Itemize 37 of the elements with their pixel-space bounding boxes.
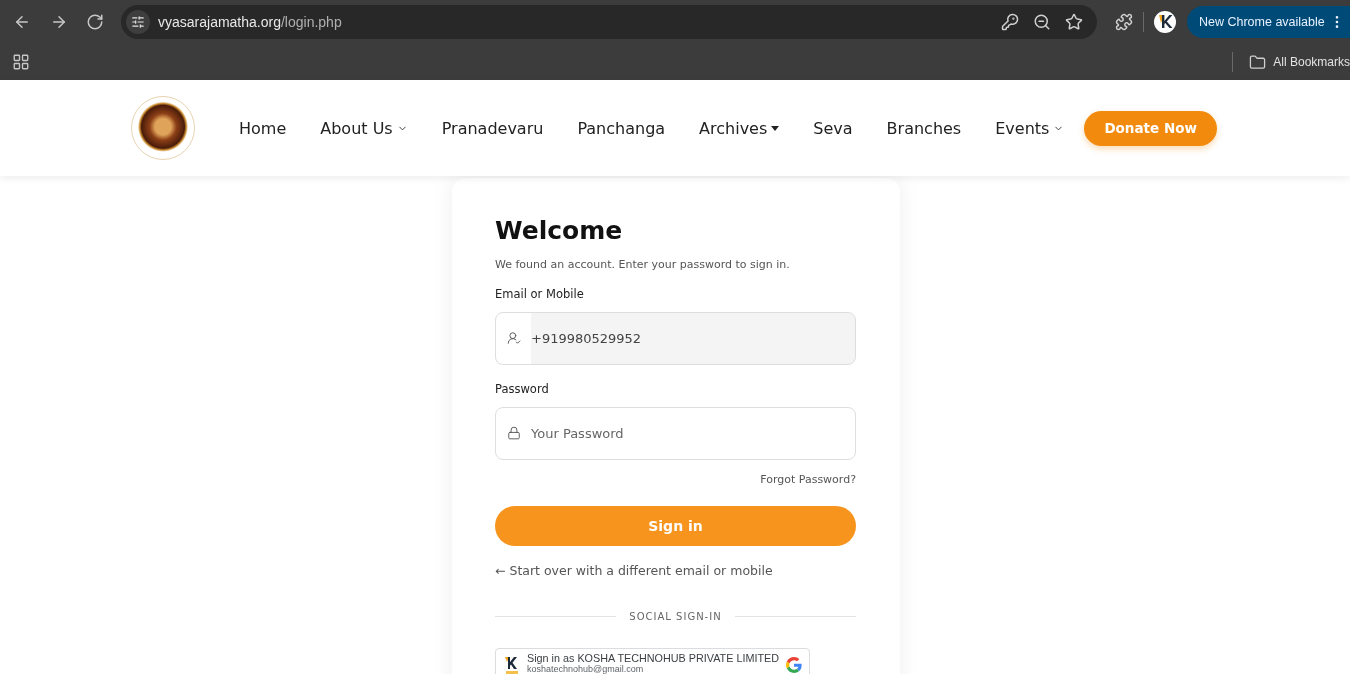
nav-link[interactable]: About Us (320, 118, 408, 138)
star-icon[interactable] (1065, 13, 1083, 31)
nav-link[interactable]: Events (995, 118, 1065, 138)
nav-link[interactable]: Pranadevaru (441, 118, 544, 138)
kosha-logo-icon (505, 656, 520, 674)
user-check-icon (507, 331, 521, 345)
input-field[interactable]: +919980529952 (495, 312, 856, 365)
lock-icon (507, 426, 521, 440)
caret-down-icon (771, 125, 780, 131)
nav-link[interactable]: Branches (886, 118, 962, 138)
input-field[interactable]: Your Password (495, 407, 856, 460)
field-label: Email or Mobile (495, 286, 585, 302)
divider-label: SOCIAL SIGN-IN (629, 611, 722, 622)
nav-link[interactable]: Archives (699, 118, 780, 138)
apps-grid-icon[interactable] (12, 53, 30, 71)
address-bar[interactable]: vyasarajamatha.org/login.php (121, 5, 1097, 39)
all-bookmarks-link[interactable]: All Bookmarks (1273, 55, 1350, 69)
subtitle-text: We found an account. Enter your password to sign in. (495, 257, 791, 273)
nav-link[interactable]: Panchanga (577, 118, 666, 138)
folder-icon[interactable] (1249, 53, 1267, 71)
url-text[interactable]: vyasarajamatha.org/login.php (158, 14, 1001, 30)
welcome-title: Welcome (495, 216, 624, 246)
start-over-link[interactable]: ← Start over with a different email or mobile (495, 563, 773, 579)
puzzle-icon[interactable] (1115, 13, 1133, 31)
site-settings-icon[interactable] (126, 10, 150, 34)
google-logo-icon (786, 657, 802, 673)
profile-avatar-icon[interactable] (1154, 11, 1176, 33)
nav-link[interactable]: Home (239, 118, 287, 138)
key-icon[interactable] (1001, 13, 1019, 31)
field-label: Password (495, 381, 550, 397)
zoom-out-icon[interactable] (1033, 13, 1051, 31)
forgot-password-link[interactable]: Forgot Password? (760, 472, 856, 487)
forward-arrow-icon[interactable] (50, 13, 68, 31)
update-chrome-button[interactable]: New Chrome available (1187, 6, 1350, 38)
reload-icon[interactable] (86, 13, 104, 31)
nav-link[interactable]: Seva (813, 118, 853, 138)
google-sign-in-button[interactable]: Sign in as KOSHA TECHNOHUB PRIVATE LIMITED koshatechnohub@gmail.com (495, 648, 810, 674)
